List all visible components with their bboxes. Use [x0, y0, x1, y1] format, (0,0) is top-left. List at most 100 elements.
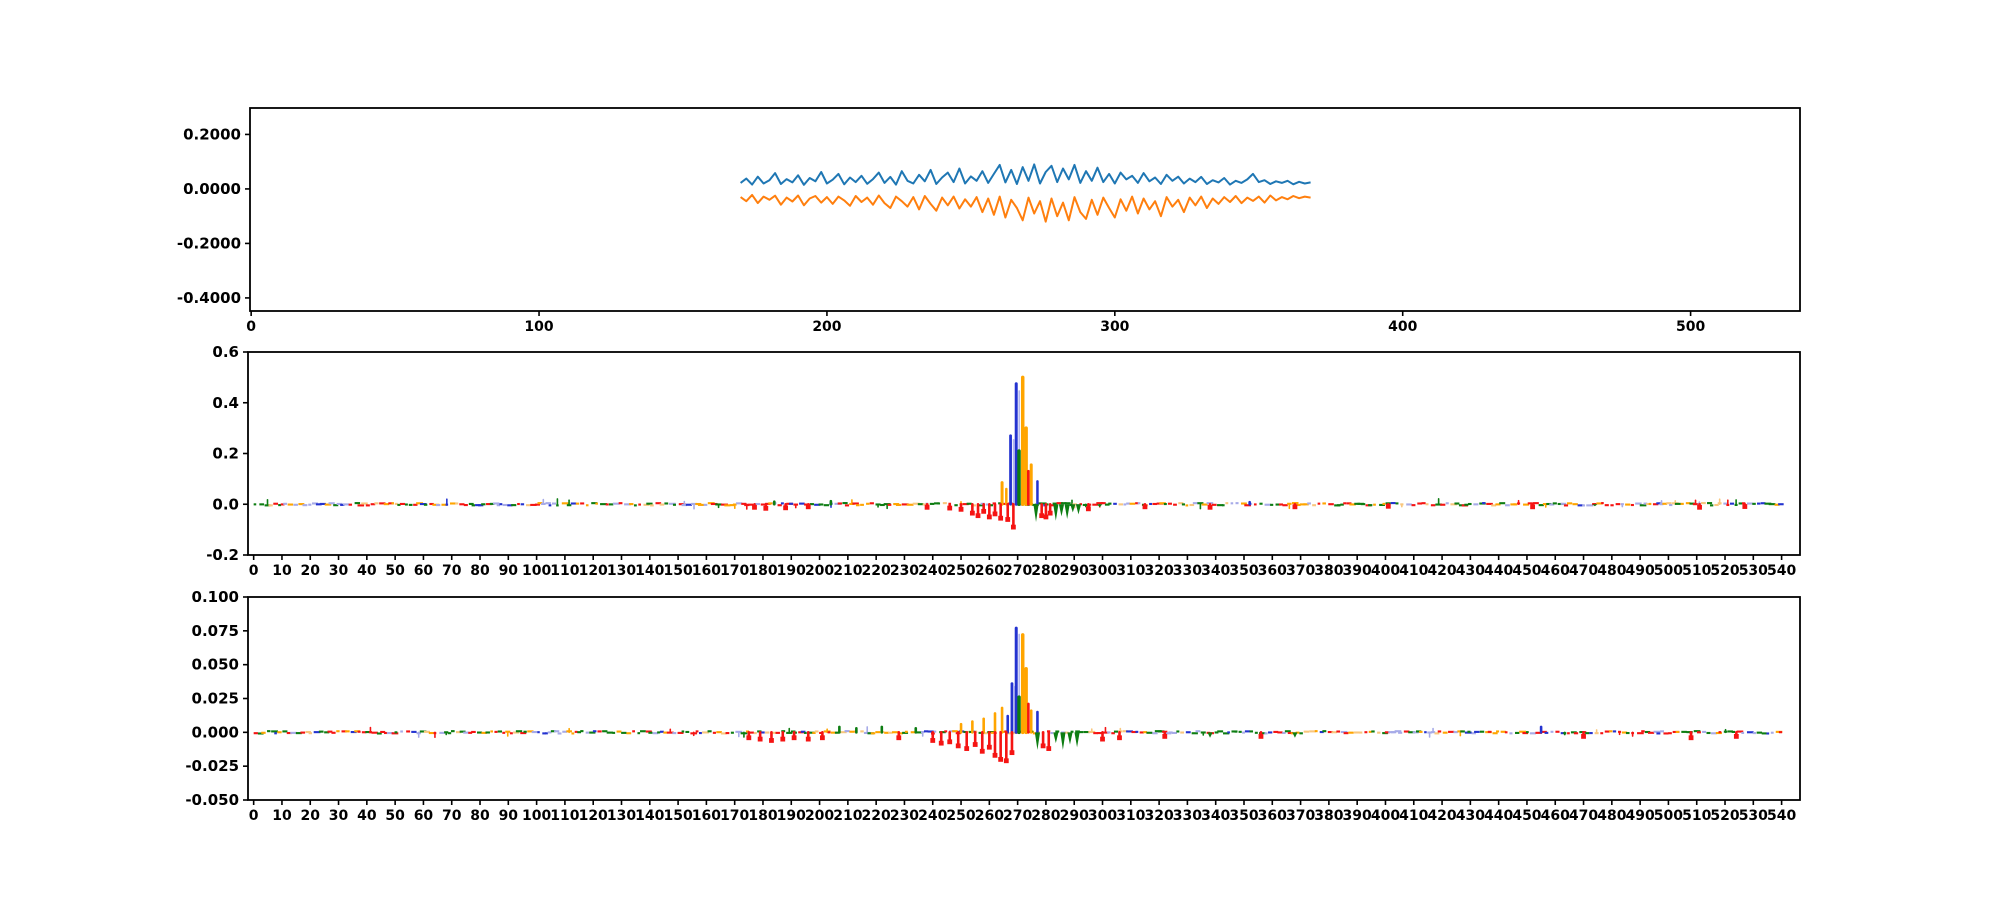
red-square-marker: [972, 742, 978, 747]
x-tick-label: 500: [1676, 319, 1705, 335]
y-tick-label: 0.100: [192, 588, 239, 606]
y-tick-label: 0.2: [212, 445, 239, 463]
x-tick-label: 70: [442, 808, 462, 824]
red-square-marker: [757, 736, 763, 742]
x-tick-label: 360: [1258, 563, 1287, 579]
subplot-1-series-2: [740, 193, 1311, 223]
x-tick-label: 190: [777, 563, 806, 579]
subplot-3-x-axis: 0 10 20 30 40 50 60 70 80 90 100 110 120 130 140 150 160…: [249, 800, 1796, 824]
stem-green-dip: [1053, 504, 1059, 521]
x-tick-label: 210: [833, 808, 862, 824]
red-square-marker: [769, 738, 774, 743]
x-tick-label: 230: [890, 563, 919, 579]
stem-green-dip: [1058, 504, 1065, 517]
red-square-marker: [1258, 733, 1264, 739]
subplot-2-spike-cluster: [969, 375, 1082, 530]
x-tick-label: 540: [1767, 563, 1796, 579]
x-tick-label: 20: [301, 808, 321, 824]
figure: 0 100 200 300 400 500 0.2000 0.0000 -0.2000 -0.40…: [0, 0, 2000, 900]
x-tick-label: 330: [1173, 808, 1202, 824]
x-tick-label: 0: [249, 808, 259, 824]
red-square-marker: [805, 736, 811, 742]
x-tick-label: 80: [470, 563, 490, 579]
subplot-2: 0 10 20 30 40 50 60 70 80 90 100 110 120 130 140 150 160…: [206, 343, 1801, 579]
red-square-marker: [975, 513, 981, 519]
x-tick-label: 10: [272, 563, 292, 579]
x-tick-label: 120: [579, 808, 608, 824]
red-square-marker: [752, 504, 757, 510]
x-tick-label: 60: [414, 808, 434, 824]
x-tick-label: 90: [499, 563, 519, 579]
red-square-marker: [947, 505, 953, 511]
x-tick-label: 450: [1512, 563, 1541, 579]
stem-green-dip: [1292, 732, 1298, 738]
y-tick-label: -0.050: [185, 791, 239, 809]
x-tick-label: 300: [1088, 808, 1117, 824]
x-tick-label: 290: [1060, 808, 1089, 824]
x-tick-label: 520: [1710, 563, 1739, 579]
x-tick-label: 30: [329, 563, 349, 579]
red-square-marker: [986, 514, 992, 520]
x-tick-label: 440: [1484, 808, 1513, 824]
subplot-1-x-axis: 0 100 200 300 400 500: [246, 311, 1705, 335]
red-square-marker: [1207, 504, 1213, 510]
x-tick-label: 200: [805, 563, 834, 579]
red-square-marker: [783, 505, 789, 511]
x-tick-label: 390: [1343, 808, 1372, 824]
stem-green-dip: [1075, 504, 1082, 515]
y-tick-label: 0.050: [192, 656, 239, 674]
x-tick-label: 480: [1597, 808, 1626, 824]
red-square-marker: [791, 735, 797, 741]
red-square-marker: [992, 511, 998, 517]
stem-green-dip: [1067, 732, 1073, 745]
red-square-marker: [1040, 743, 1046, 749]
red-square-marker: [1292, 504, 1298, 510]
red-square-marker: [819, 735, 825, 741]
red-square-marker: [780, 736, 786, 742]
stem-green-dip: [1207, 732, 1213, 738]
x-tick-label: 100: [524, 319, 553, 335]
x-tick-label: 140: [635, 563, 664, 579]
red-square-marker: [1117, 735, 1122, 741]
x-tick-label: 10: [272, 808, 292, 824]
y-tick-label: -0.4000: [177, 289, 241, 307]
x-tick-label: 200: [805, 808, 834, 824]
x-tick-label: 340: [1201, 808, 1230, 824]
x-tick-label: 410: [1399, 808, 1428, 824]
x-tick-label: 40: [357, 808, 377, 824]
x-tick-label: 370: [1286, 563, 1315, 579]
red-square-marker: [969, 510, 975, 516]
x-tick-label: 410: [1399, 563, 1428, 579]
x-tick-label: 270: [1003, 563, 1032, 579]
red-square-marker: [1100, 736, 1105, 742]
subplot-3: 0 10 20 30 40 50 60 70 80 90 100 110 120 130 140 150 160…: [185, 588, 1801, 824]
red-square-marker: [955, 743, 961, 749]
red-square-marker: [1046, 746, 1052, 751]
red-square-marker: [1385, 503, 1391, 509]
red-square-marker: [1688, 735, 1694, 741]
red-square-marker: [1530, 504, 1536, 510]
x-tick-label: 470: [1569, 563, 1598, 579]
red-square-marker: [746, 735, 752, 741]
subplot-3-minor-spikes: [746, 725, 1739, 743]
x-tick-label: 60: [414, 563, 434, 579]
x-tick-label: 140: [635, 808, 664, 824]
x-tick-label: 530: [1739, 563, 1768, 579]
x-tick-label: 130: [607, 563, 636, 579]
red-square-marker: [981, 508, 987, 514]
x-tick-label: 420: [1427, 563, 1456, 579]
x-tick-label: 280: [1031, 808, 1060, 824]
y-tick-label: 0.000: [192, 723, 239, 741]
red-square-marker: [1005, 517, 1011, 522]
x-tick-label: 180: [748, 808, 777, 824]
x-tick-label: 150: [663, 808, 692, 824]
x-tick-label: 400: [1371, 563, 1400, 579]
red-square-marker: [986, 744, 992, 750]
x-tick-label: 50: [385, 808, 405, 824]
y-tick-label: 0.0000: [183, 180, 241, 198]
red-square-marker: [958, 506, 964, 512]
x-tick-label: 110: [550, 563, 579, 579]
red-square-marker: [979, 748, 985, 754]
stem-green-dip: [1060, 732, 1066, 750]
y-tick-label: -0.025: [185, 757, 239, 775]
